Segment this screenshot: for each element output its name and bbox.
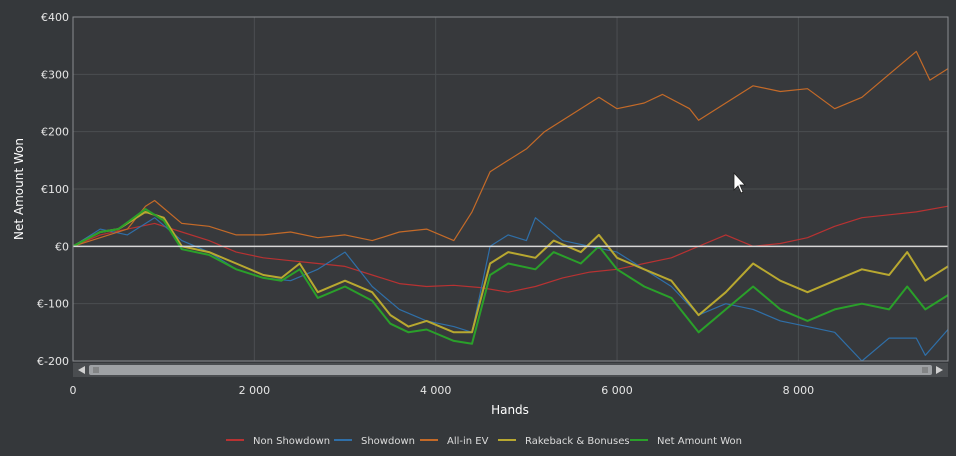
legend: Non Showdown Showdown All-in EV Rakeback & … bbox=[226, 436, 742, 447]
x-tick-label: 6 000 bbox=[601, 384, 633, 397]
x-tick-label: 2 000 bbox=[239, 384, 271, 397]
x-tick-label: 4 000 bbox=[420, 384, 452, 397]
y-tick-label: €0 bbox=[55, 240, 69, 253]
y-tick-label: €-100 bbox=[37, 298, 69, 311]
legend-label: Showdown bbox=[361, 436, 415, 447]
x-axis-ticks: 0 2 000 4 000 6 000 8 000 bbox=[70, 384, 815, 397]
x-tick-label: 8 000 bbox=[783, 384, 815, 397]
y-tick-label: €-200 bbox=[37, 355, 69, 368]
y-tick-label: €100 bbox=[41, 183, 69, 196]
y-axis-ticks: €-200 €-100 €0 €100 €200 €300 €400 bbox=[37, 11, 69, 368]
legend-label: All-in EV bbox=[447, 436, 489, 447]
horizontal-scrollbar[interactable] bbox=[73, 363, 948, 377]
scrollbar-thumb[interactable] bbox=[89, 365, 932, 375]
y-tick-label: €200 bbox=[41, 126, 69, 139]
x-tick-label: 0 bbox=[70, 384, 77, 397]
legend-label: Non Showdown bbox=[253, 436, 330, 447]
chart-container: €-200 €-100 €0 €100 €200 €300 €400 0 2 000 4 000… bbox=[0, 0, 956, 456]
y-tick-label: €300 bbox=[41, 68, 69, 81]
legend-label: Net Amount Won bbox=[657, 436, 742, 447]
x-axis-label: Hands bbox=[491, 403, 529, 417]
y-axis-label: Net Amount Won bbox=[12, 138, 26, 240]
legend-label: Rakeback & Bonuses bbox=[525, 436, 630, 447]
y-tick-label: €400 bbox=[41, 11, 69, 24]
net-won-chart: €-200 €-100 €0 €100 €200 €300 €400 0 2 000 4 000… bbox=[12, 11, 949, 447]
